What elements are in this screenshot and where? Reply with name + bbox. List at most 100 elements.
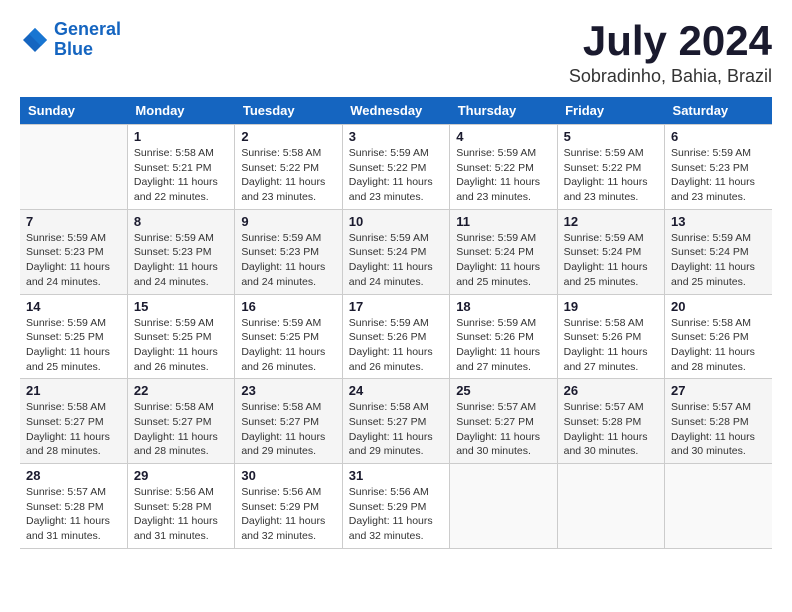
header-monday: Monday (127, 97, 234, 125)
day-number: 3 (349, 129, 443, 144)
header-row: SundayMondayTuesdayWednesdayThursdayFrid… (20, 97, 772, 125)
day-cell: 25Sunrise: 5:57 AM Sunset: 5:27 PM Dayli… (450, 379, 557, 464)
day-info: Sunrise: 5:59 AM Sunset: 5:23 PM Dayligh… (134, 231, 228, 290)
day-cell (20, 125, 127, 210)
day-number: 4 (456, 129, 550, 144)
day-number: 15 (134, 299, 228, 314)
day-info: Sunrise: 5:59 AM Sunset: 5:23 PM Dayligh… (671, 146, 766, 205)
day-number: 1 (134, 129, 228, 144)
title-block: July 2024 Sobradinho, Bahia, Brazil (569, 20, 772, 87)
day-number: 2 (241, 129, 335, 144)
day-cell: 26 Sunrise: 5:57 AM Sunset: 5:28 PM Dayli… (557, 379, 664, 464)
day-cell: 11 Sunrise: 5:59 AM Sunset: 5:24 PM Dayli… (450, 209, 557, 294)
day-number: 17 (349, 299, 443, 314)
day-number: 30 (241, 468, 335, 483)
main-title: July 2024 (569, 20, 772, 62)
day-info: Sunrise: 5:59 AM Sunset: 5:26 PM Dayligh… (349, 316, 443, 375)
day-cell: 29 Sunrise: 5:56 AM Sunset: 5:28 PM Dayli… (127, 464, 234, 549)
day-cell: 8Sunrise: 5:59 AM Sunset: 5:23 PM Daylig… (127, 209, 234, 294)
day-info: Sunrise: 5:58 AM Sunset: 5:21 PM Dayligh… (134, 146, 228, 205)
day-cell: 4 Sunrise: 5:59 AM Sunset: 5:22 PM Daylig… (450, 125, 557, 210)
calendar-table: SundayMondayTuesdayWednesdayThursdayFrid… (20, 97, 772, 549)
header-sunday: Sunday (20, 97, 127, 125)
calendar-body: 1 Sunrise: 5:58 AM Sunset: 5:21 PM Daylig… (20, 125, 772, 549)
day-info: Sunrise: 5:57 AM Sunset: 5:28 PM Dayligh… (26, 485, 121, 544)
day-cell: 3 Sunrise: 5:59 AM Sunset: 5:22 PM Daylig… (342, 125, 449, 210)
header-friday: Friday (557, 97, 664, 125)
day-number: 9 (241, 214, 335, 229)
day-number: 20 (671, 299, 766, 314)
day-cell (557, 464, 664, 549)
day-number: 11 (456, 214, 550, 229)
day-number: 12 (564, 214, 658, 229)
day-number: 26 (564, 383, 658, 398)
day-info: Sunrise: 5:59 AM Sunset: 5:25 PM Dayligh… (26, 316, 121, 375)
day-info: Sunrise: 5:58 AM Sunset: 5:26 PM Dayligh… (564, 316, 658, 375)
day-number: 27 (671, 383, 766, 398)
day-cell: 18 Sunrise: 5:59 AM Sunset: 5:26 PM Dayli… (450, 294, 557, 379)
day-cell: 1 Sunrise: 5:58 AM Sunset: 5:21 PM Daylig… (127, 125, 234, 210)
day-cell: 10Sunrise: 5:59 AM Sunset: 5:24 PM Dayli… (342, 209, 449, 294)
day-cell: 14 Sunrise: 5:59 AM Sunset: 5:25 PM Dayli… (20, 294, 127, 379)
day-cell: 9Sunrise: 5:59 AM Sunset: 5:23 PM Daylig… (235, 209, 342, 294)
week-row-2: 14 Sunrise: 5:59 AM Sunset: 5:25 PM Dayli… (20, 294, 772, 379)
day-number: 22 (134, 383, 228, 398)
day-info: Sunrise: 5:56 AM Sunset: 5:29 PM Dayligh… (349, 485, 443, 544)
day-cell: 20 Sunrise: 5:58 AM Sunset: 5:26 PM Dayli… (665, 294, 772, 379)
day-cell: 28 Sunrise: 5:57 AM Sunset: 5:28 PM Dayli… (20, 464, 127, 549)
day-info: Sunrise: 5:57 AM Sunset: 5:28 PM Dayligh… (671, 400, 766, 459)
day-cell: 21 Sunrise: 5:58 AM Sunset: 5:27 PM Dayli… (20, 379, 127, 464)
header-wednesday: Wednesday (342, 97, 449, 125)
day-info: Sunrise: 5:59 AM Sunset: 5:24 PM Dayligh… (456, 231, 550, 290)
day-number: 28 (26, 468, 121, 483)
day-cell: 6 Sunrise: 5:59 AM Sunset: 5:23 PM Daylig… (665, 125, 772, 210)
day-cell (665, 464, 772, 549)
day-info: Sunrise: 5:59 AM Sunset: 5:26 PM Dayligh… (456, 316, 550, 375)
day-info: Sunrise: 5:59 AM Sunset: 5:22 PM Dayligh… (564, 146, 658, 205)
day-number: 18 (456, 299, 550, 314)
day-info: Sunrise: 5:59 AM Sunset: 5:24 PM Dayligh… (671, 231, 766, 290)
week-row-3: 21 Sunrise: 5:58 AM Sunset: 5:27 PM Dayli… (20, 379, 772, 464)
day-cell: 31 Sunrise: 5:56 AM Sunset: 5:29 PM Dayli… (342, 464, 449, 549)
day-number: 10 (349, 214, 443, 229)
day-info: Sunrise: 5:59 AM Sunset: 5:25 PM Dayligh… (134, 316, 228, 375)
week-row-4: 28 Sunrise: 5:57 AM Sunset: 5:28 PM Dayli… (20, 464, 772, 549)
day-info: Sunrise: 5:56 AM Sunset: 5:28 PM Dayligh… (134, 485, 228, 544)
day-info: Sunrise: 5:58 AM Sunset: 5:27 PM Dayligh… (134, 400, 228, 459)
day-cell: 24 Sunrise: 5:58 AM Sunset: 5:27 PM Dayli… (342, 379, 449, 464)
day-cell: 17 Sunrise: 5:59 AM Sunset: 5:26 PM Dayli… (342, 294, 449, 379)
day-cell (450, 464, 557, 549)
day-number: 19 (564, 299, 658, 314)
day-number: 5 (564, 129, 658, 144)
day-number: 6 (671, 129, 766, 144)
day-number: 29 (134, 468, 228, 483)
day-number: 21 (26, 383, 121, 398)
logo: General Blue (20, 20, 121, 60)
logo-text: General Blue (54, 20, 121, 60)
day-info: Sunrise: 5:59 AM Sunset: 5:22 PM Dayligh… (349, 146, 443, 205)
week-row-1: 7 Sunrise: 5:59 AM Sunset: 5:23 PM Daylig… (20, 209, 772, 294)
day-info: Sunrise: 5:58 AM Sunset: 5:27 PM Dayligh… (26, 400, 121, 459)
day-cell: 27 Sunrise: 5:57 AM Sunset: 5:28 PM Dayli… (665, 379, 772, 464)
day-number: 25 (456, 383, 550, 398)
day-info: Sunrise: 5:56 AM Sunset: 5:29 PM Dayligh… (241, 485, 335, 544)
day-number: 16 (241, 299, 335, 314)
day-cell: 23 Sunrise: 5:58 AM Sunset: 5:27 PM Dayli… (235, 379, 342, 464)
day-info: Sunrise: 5:59 AM Sunset: 5:24 PM Dayligh… (564, 231, 658, 290)
day-number: 7 (26, 214, 121, 229)
day-info: Sunrise: 5:57 AM Sunset: 5:28 PM Dayligh… (564, 400, 658, 459)
day-number: 24 (349, 383, 443, 398)
day-info: Sunrise: 5:58 AM Sunset: 5:27 PM Dayligh… (241, 400, 335, 459)
day-cell: 30 Sunrise: 5:56 AM Sunset: 5:29 PM Dayli… (235, 464, 342, 549)
day-number: 31 (349, 468, 443, 483)
day-number: 14 (26, 299, 121, 314)
day-number: 23 (241, 383, 335, 398)
day-cell: 12 Sunrise: 5:59 AM Sunset: 5:24 PM Dayli… (557, 209, 664, 294)
day-info: Sunrise: 5:59 AM Sunset: 5:22 PM Dayligh… (456, 146, 550, 205)
day-info: Sunrise: 5:58 AM Sunset: 5:26 PM Dayligh… (671, 316, 766, 375)
logo-icon (20, 25, 50, 55)
day-cell: 2Sunrise: 5:58 AM Sunset: 5:22 PM Daylig… (235, 125, 342, 210)
day-cell: 5 Sunrise: 5:59 AM Sunset: 5:22 PM Daylig… (557, 125, 664, 210)
page-header: General Blue July 2024 Sobradinho, Bahia… (20, 20, 772, 87)
day-info: Sunrise: 5:58 AM Sunset: 5:27 PM Dayligh… (349, 400, 443, 459)
